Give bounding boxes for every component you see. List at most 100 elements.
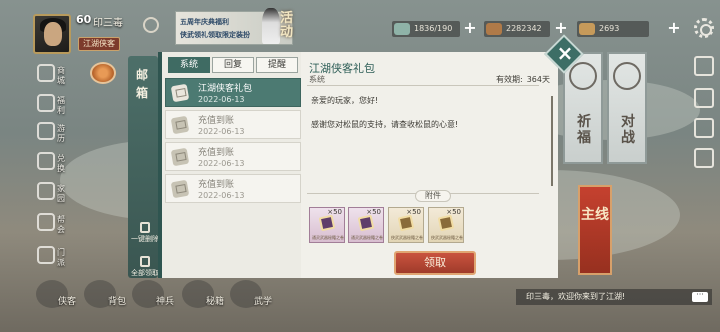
delete-all-label: 一键删除 — [131, 235, 159, 243]
scroll-icon — [357, 214, 375, 232]
event-banner-line2: 侠武领礼领取限定装扮 — [180, 31, 250, 39]
bottom-bag-label: 背包 — [108, 297, 127, 307]
claim-button[interactable]: 领取 — [394, 251, 476, 275]
mailbox-side-rail: 邮箱 一键删除 全部领取 — [128, 56, 160, 278]
chat-bar[interactable]: 印三毒，欢迎你来到了江湖! ··· — [516, 289, 712, 305]
add-ingots-button[interactable]: + — [666, 20, 682, 38]
mail-body-text: 感谢您对松鼠的支持，请查收松鼠的心意! — [311, 120, 459, 129]
mail-list-panel: 系统 回复 提醒 江湖侠客礼包 2022-06-13 充值到账 2022-06-… — [158, 52, 301, 278]
nav-welfare-label: 福利 — [57, 96, 65, 115]
tab-reminder[interactable]: 提醒 — [256, 57, 298, 73]
mail-item-subject: 充值到账 — [198, 116, 235, 126]
mail-greeting: 亲爱的玩家，您好! — [311, 96, 379, 105]
nav-welfare[interactable]: 福利 — [35, 92, 75, 122]
copper-coin-icon — [486, 23, 502, 35]
attachment-name: 侠武武器秘籍之卷 — [431, 235, 463, 240]
attachment-item[interactable]: ×50 侠武武器秘籍之卷 — [388, 207, 424, 243]
mail-envelope-icon — [170, 115, 190, 135]
claim-all-icon — [140, 256, 150, 267]
avatar-face — [44, 22, 62, 46]
nav-guild[interactable]: 帮会 — [35, 211, 75, 241]
event-banner-line1: 五周年庆典福利 — [180, 18, 229, 26]
mail-list-item[interactable]: 充值到账 2022-06-13 — [165, 110, 301, 139]
lotus-emblem-icon[interactable] — [90, 62, 116, 84]
tab-system[interactable]: 系统 — [168, 57, 210, 73]
nav-shop-label: 商城 — [57, 66, 65, 85]
mailbox-title: 邮箱 — [135, 68, 148, 100]
mail-list-item[interactable]: 充值到账 2022-06-13 — [165, 174, 301, 203]
divider — [307, 85, 539, 86]
delete-all-button[interactable]: 一键删除 — [130, 222, 160, 244]
player-title-badge: 江湖侠客 — [78, 37, 120, 51]
add-stamina-button[interactable]: + — [462, 20, 478, 38]
resource-stamina: 1836/190 — [392, 21, 460, 37]
nav-exchange-label: 兑换 — [57, 154, 65, 173]
resource-stamina-value: 1836/190 — [414, 24, 453, 33]
mail-envelope-icon — [170, 83, 190, 103]
claim-all-label: 全部领取 — [131, 269, 159, 277]
mail-envelope-icon — [170, 179, 190, 199]
scroll-icon — [318, 214, 336, 232]
task-icon[interactable] — [694, 148, 714, 168]
attachments-label: 附件 — [415, 190, 451, 202]
exchange-icon — [37, 152, 55, 170]
mail-detail-category: 系统 — [309, 75, 325, 84]
mail-validity: 有效期: 364天 — [496, 74, 550, 85]
team-icon[interactable] — [694, 88, 714, 108]
nav-home[interactable]: 家园 — [35, 180, 75, 210]
claim-all-button[interactable]: 全部领取 — [130, 256, 160, 278]
nav-exchange[interactable]: 兑换 — [35, 150, 75, 180]
nav-travel[interactable]: 游历 — [35, 120, 75, 150]
resource-coins-value: 2282342 — [506, 24, 542, 33]
mail-item-subject: 江湖侠客礼包 — [198, 84, 253, 94]
tab-reply[interactable]: 回复 — [212, 57, 254, 73]
guild-icon — [37, 213, 55, 231]
attachment-name: 通灵武器秘籍之卷 — [351, 235, 383, 240]
mail-list-item[interactable]: 充值到账 2022-06-13 — [165, 142, 301, 171]
close-icon[interactable]: × — [555, 41, 575, 65]
attachment-item[interactable]: ×50 通灵武器秘籍之卷 — [348, 207, 384, 243]
settings-gear-icon[interactable] — [694, 18, 714, 38]
avatar[interactable] — [33, 14, 71, 54]
resource-ingots-value: 2693 — [599, 24, 620, 33]
main-quest-button[interactable]: 主线 — [578, 185, 612, 275]
mail-body-scrollbar[interactable] — [551, 96, 553, 186]
mail-list-item[interactable]: 江湖侠客礼包 2022-06-13 — [165, 78, 301, 107]
player-name: 印三毒 — [93, 18, 123, 29]
bottom-martial-label: 武学 — [254, 297, 273, 307]
sect-icon — [37, 246, 55, 264]
nav-sect-label: 门派 — [57, 248, 65, 267]
nav-shop[interactable]: 商城 — [35, 62, 75, 92]
bottom-weapon-label: 神兵 — [156, 297, 175, 307]
chat-message: 印三毒，欢迎你来到了江湖! — [526, 292, 626, 301]
pray-emblem-icon — [569, 62, 597, 90]
mail-validity-value: 364天 — [526, 75, 550, 84]
attachment-name: 侠武武器秘籍之卷 — [391, 235, 423, 240]
resource-coins: 2282342 — [484, 21, 550, 37]
mail-item-date: 2022-06-13 — [198, 191, 245, 200]
chat-more-button[interactable]: ··· — [692, 291, 708, 302]
rank-icon[interactable] — [694, 56, 714, 76]
ingot-icon — [579, 23, 595, 35]
nav-sect[interactable]: 门派 — [35, 244, 75, 274]
attachment-item[interactable]: ×50 侠武武器秘籍之卷 — [428, 207, 464, 243]
mail-validity-label: 有效期: — [496, 75, 523, 84]
stamina-icon — [394, 23, 410, 35]
attachment-item[interactable]: ×50 通灵武器秘籍之卷 — [309, 207, 345, 243]
bottom-book-label: 秘籍 — [206, 297, 225, 307]
shop-icon — [37, 64, 55, 82]
crossed-swords-icon — [613, 62, 641, 90]
player-level: 60 — [76, 13, 92, 26]
activity-button[interactable]: 活动 — [280, 12, 304, 40]
profile-settings-icon[interactable] — [143, 17, 159, 33]
mail-item-subject: 充值到账 — [198, 148, 235, 158]
mail-item-date: 2022-06-13 — [198, 95, 245, 104]
scroll-icon — [437, 214, 455, 232]
attachment-name: 通灵武器秘籍之卷 — [312, 235, 344, 240]
mail-item-date: 2022-06-13 — [198, 159, 245, 168]
list-icon[interactable] — [694, 118, 714, 138]
duel-label: 对战 — [621, 114, 635, 146]
bottom-hero-label: 侠客 — [58, 297, 77, 307]
event-character-art — [262, 8, 280, 44]
duel-panel[interactable]: 对战 — [607, 52, 647, 164]
